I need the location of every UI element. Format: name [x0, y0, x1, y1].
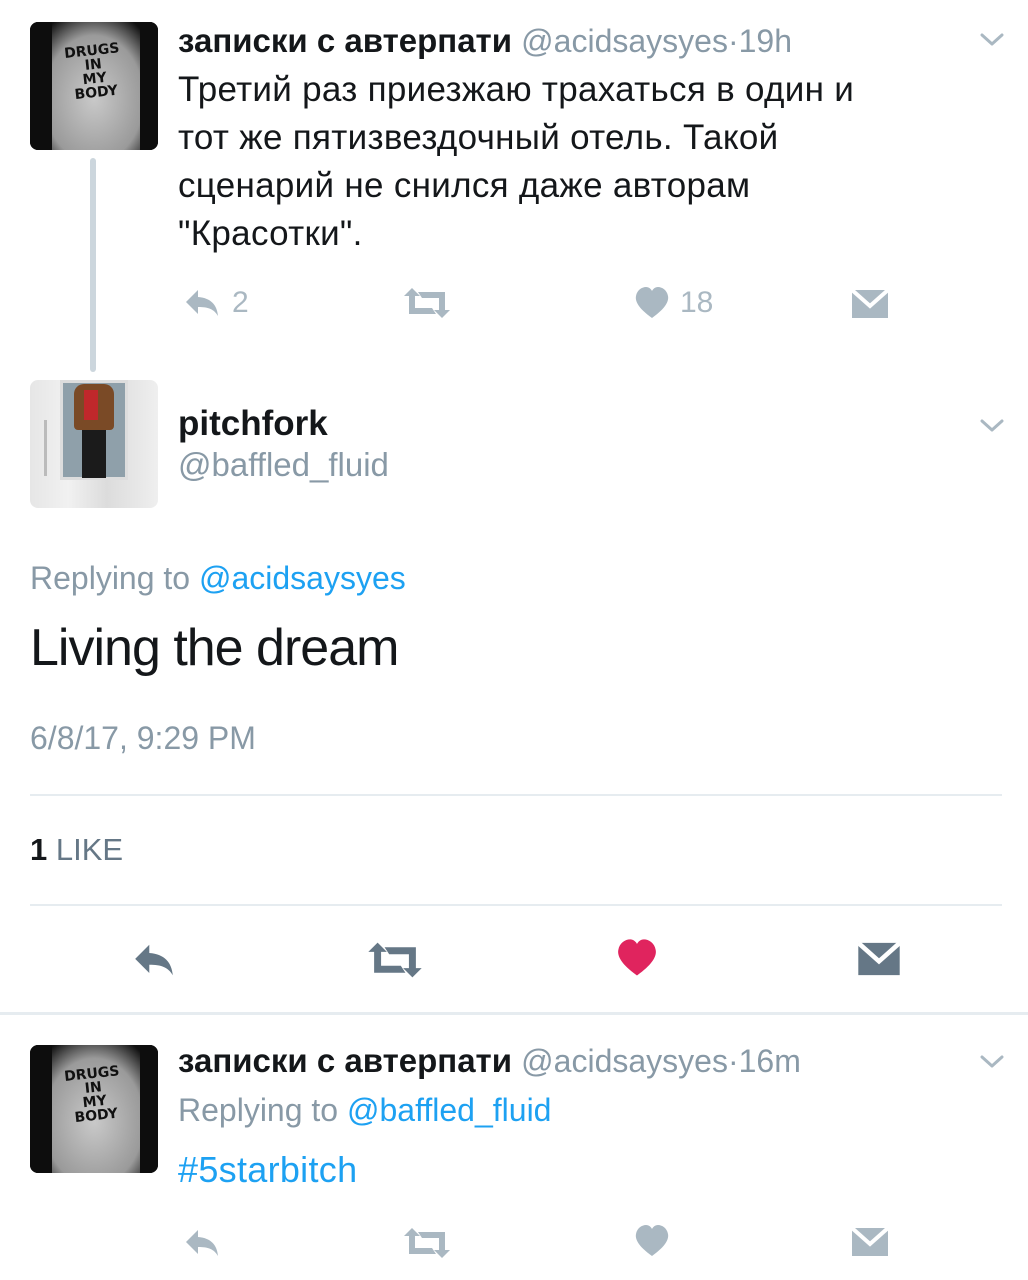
- separator: ·: [727, 1043, 739, 1079]
- replying-handle-link[interactable]: @acidsaysyes: [199, 560, 406, 596]
- direct-message-icon: [856, 941, 902, 976]
- avatar[interactable]: DRUGS IN MY BODY: [30, 22, 158, 150]
- hashtag-link[interactable]: #5starbitch: [178, 1146, 357, 1194]
- avatar[interactable]: DRUGS IN MY BODY: [30, 1045, 158, 1173]
- chevron-down-icon[interactable]: [980, 414, 1004, 436]
- replying-prefix: Replying to: [30, 560, 191, 596]
- tweet-header: записки с автерпати @acidsaysyes·16m: [178, 1042, 801, 1080]
- direct-message-button[interactable]: [856, 940, 902, 978]
- heart-icon: [635, 1225, 669, 1256]
- display-name-text: pitchfork: [178, 404, 328, 443]
- tweet-text-line: "Красотки".: [178, 214, 363, 253]
- handle-text: @baffled_fluid: [178, 446, 389, 483]
- handle[interactable]: @acidsaysyes: [521, 1043, 728, 1079]
- replying-prefix: Replying to: [178, 1092, 339, 1128]
- thread-line: [90, 158, 96, 372]
- reply-button[interactable]: [182, 1226, 222, 1260]
- tweet-text-line: тот же пятизвездочный отель. Такой: [178, 118, 779, 157]
- tweet-text-line: сценарий не снился даже авторам: [178, 166, 751, 205]
- retweet-icon: [404, 288, 450, 318]
- tweet-time[interactable]: 19h: [739, 23, 792, 59]
- likes-label: LIKE: [55, 832, 124, 867]
- retweet-button[interactable]: [402, 1226, 452, 1260]
- like-button[interactable]: 18: [634, 286, 713, 320]
- separator: ·: [727, 23, 739, 59]
- section-divider: [0, 1012, 1028, 1015]
- handle[interactable]: @acidsaysyes: [521, 23, 728, 59]
- replying-to: Replying to @acidsaysyes: [30, 560, 406, 597]
- like-button[interactable]: [616, 938, 658, 978]
- divider: [30, 794, 1002, 796]
- direct-message-icon: [850, 1226, 890, 1256]
- retweet-button[interactable]: [402, 286, 452, 320]
- like-count: 18: [680, 286, 714, 319]
- reply-icon: [186, 290, 218, 316]
- heart-icon: [635, 287, 669, 318]
- avatar[interactable]: [30, 380, 158, 508]
- display-name[interactable]: pitchfork: [178, 404, 328, 444]
- reply-button[interactable]: 2: [182, 286, 249, 320]
- tweet-text: Living the dream: [30, 619, 399, 677]
- retweet-icon: [404, 1228, 450, 1258]
- retweet-button[interactable]: [366, 940, 424, 980]
- likes-number: 1: [30, 832, 48, 867]
- reply-icon: [135, 944, 173, 976]
- display-name[interactable]: записки с автерпати: [178, 22, 512, 59]
- display-name[interactable]: записки с автерпати: [178, 1042, 512, 1079]
- tweet-text-line: Третий раз приезжаю трахаться в один и: [178, 70, 855, 109]
- reply-button[interactable]: [130, 940, 178, 980]
- direct-message-icon: [850, 288, 890, 318]
- tweet-header: записки с автерпати @acidsaysyes·19h: [178, 22, 792, 60]
- heart-icon: [618, 939, 656, 976]
- likes-count-link[interactable]: 1 LIKE: [30, 832, 123, 868]
- chevron-down-icon[interactable]: [980, 1050, 1004, 1072]
- handle[interactable]: @baffled_fluid: [178, 446, 389, 484]
- tweet-timestamp[interactable]: 6/8/17, 9:29 PM: [30, 720, 256, 757]
- reply-count: 2: [232, 286, 249, 319]
- tweet-time[interactable]: 16m: [739, 1043, 801, 1079]
- divider: [30, 904, 1002, 906]
- reply-icon: [186, 1230, 218, 1256]
- retweet-icon: [368, 942, 422, 978]
- direct-message-button[interactable]: [850, 288, 890, 320]
- like-button[interactable]: [634, 1224, 670, 1258]
- replying-to: Replying to @baffled_fluid: [178, 1092, 551, 1129]
- avatar-shirt-text: DRUGS IN MY BODY: [63, 1063, 121, 1127]
- avatar-shirt-text: DRUGS IN MY BODY: [63, 40, 121, 104]
- direct-message-button[interactable]: [850, 1226, 890, 1258]
- chevron-down-icon[interactable]: [980, 28, 1004, 50]
- tweet-text: Третий раз приезжаю трахаться в один и т…: [178, 66, 854, 258]
- replying-handle-link[interactable]: @baffled_fluid: [347, 1092, 551, 1128]
